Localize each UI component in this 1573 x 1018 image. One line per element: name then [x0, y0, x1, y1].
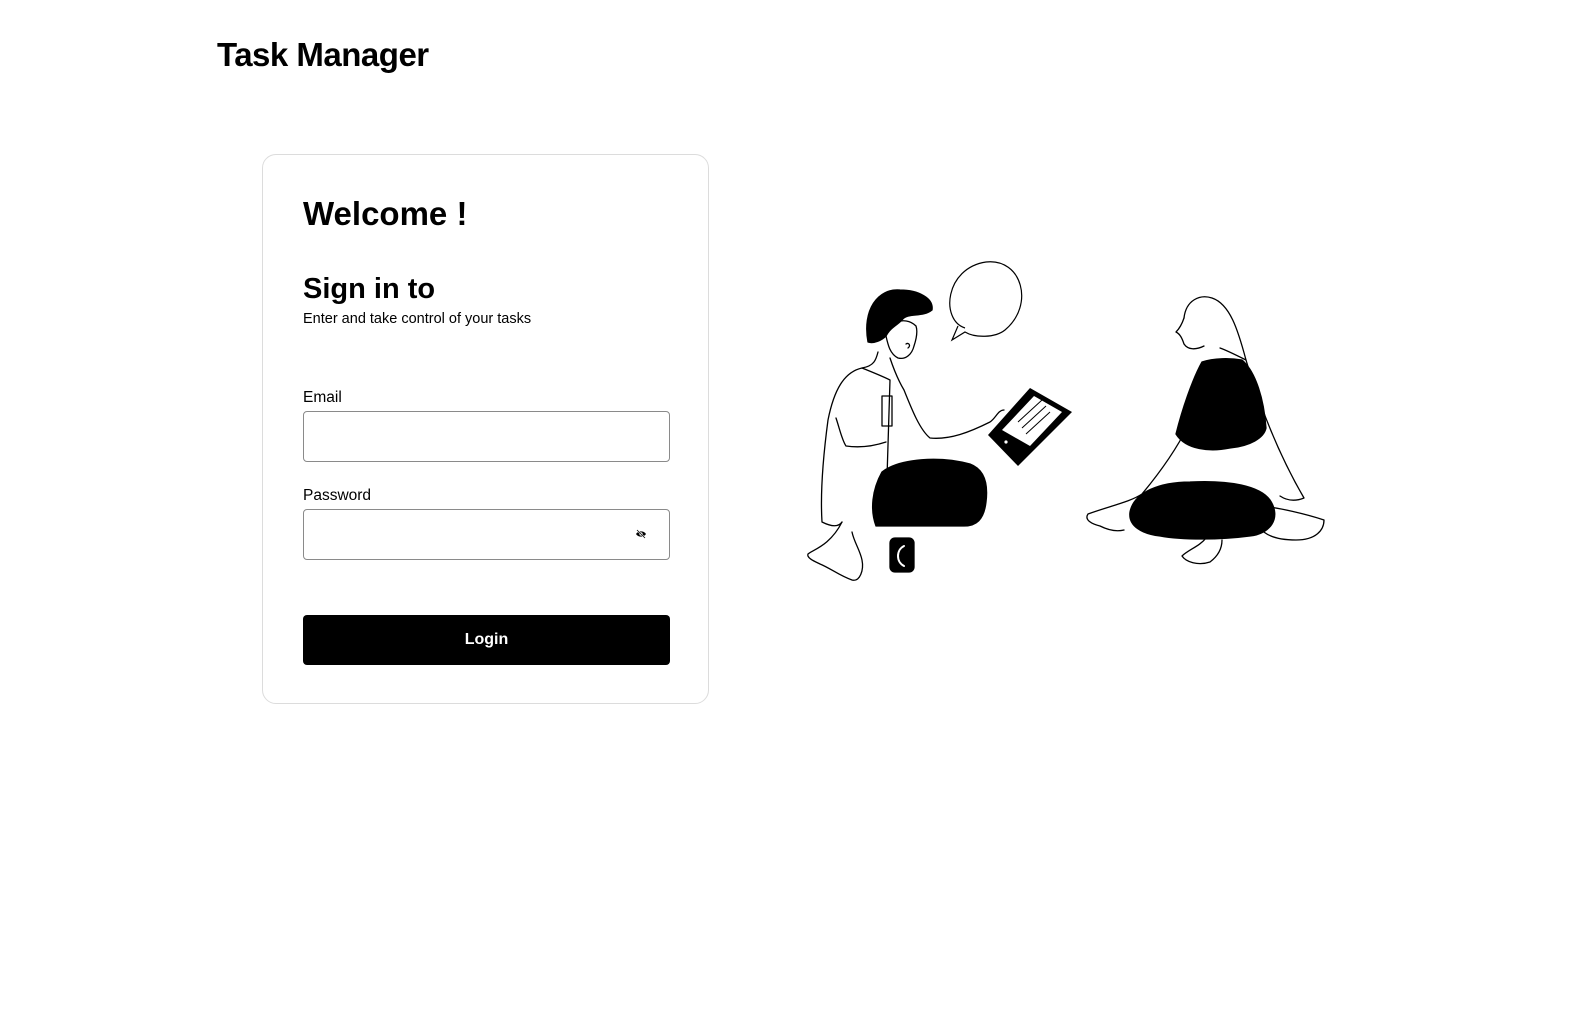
welcome-heading: Welcome !	[303, 195, 468, 232]
email-field[interactable]	[303, 411, 670, 462]
email-label: Email	[303, 389, 342, 406]
signin-title: Sign in to	[303, 273, 436, 305]
people-discussing-illustration	[807, 261, 1325, 581]
password-field[interactable]	[303, 509, 670, 560]
man-figure	[807, 289, 1005, 581]
login-card: Welcome ! Sign in to Enter and take cont…	[262, 154, 709, 704]
eye-off-icon[interactable]	[633, 526, 649, 542]
signin-subtitle: Enter and take control of your tasks	[303, 311, 532, 327]
woman-figure	[1086, 296, 1325, 565]
speech-bubble-icon	[949, 261, 1023, 342]
login-button[interactable]: Login	[303, 615, 670, 665]
password-label: Password	[303, 487, 372, 504]
app-title: Task Manager	[217, 36, 429, 73]
tablet-icon	[988, 388, 1072, 466]
